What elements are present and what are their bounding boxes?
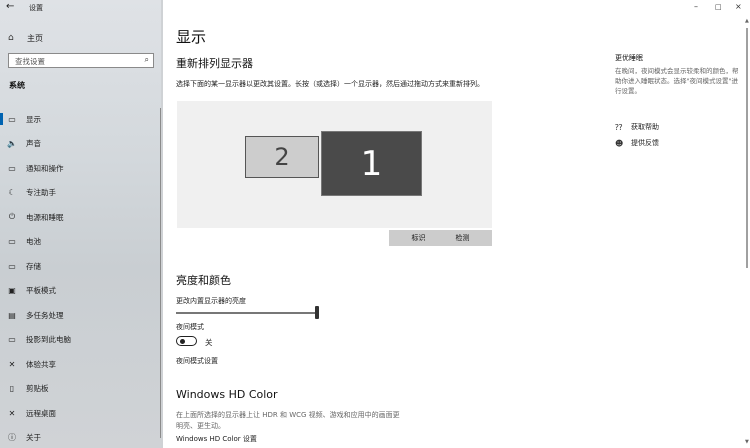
sidebar-item-battery[interactable]: ▭ 电池 xyxy=(0,230,163,255)
sidebar-item-label: 体验共享 xyxy=(26,359,56,369)
home-link[interactable]: ⌂ 主页 xyxy=(0,30,163,46)
get-help-label: 获取帮助 xyxy=(631,123,659,131)
sidebar-item-label: 电池 xyxy=(26,237,41,247)
home-icon: ⌂ xyxy=(8,33,14,43)
section-title: 系统 xyxy=(9,81,25,90)
minimize-button[interactable]: – xyxy=(694,2,698,11)
sidebar-scrollbar[interactable] xyxy=(160,108,162,438)
hdr-settings-link[interactable]: Windows HD Color 设置 xyxy=(176,434,257,444)
night-light-toggle[interactable] xyxy=(176,336,197,346)
tablet-icon: ▣ xyxy=(8,286,16,296)
search-icon: ⌕ xyxy=(144,55,149,64)
storage-icon: ▭ xyxy=(8,261,16,271)
sidebar-item-project[interactable]: ▭ 投影到此电脑 xyxy=(0,328,163,353)
sidebar-item-label: 声音 xyxy=(26,139,41,149)
page-title: 显示 xyxy=(176,28,207,46)
night-light-label: 夜间模式 xyxy=(176,323,204,331)
home-label: 主页 xyxy=(27,33,43,43)
sidebar-item-label: 远程桌面 xyxy=(26,408,56,418)
remote-desktop-icon: ✕ xyxy=(8,408,16,418)
sidebar-nav: ▭ 显示 🔈 声音 ▭ 通知和操作 ☾ 专注助手 ⏻ 电源和睡眠 ▭ 电池 ▭ 存储 ▣ 平板模式 ▤ 多任务处理… xyxy=(0,107,163,448)
feedback-label: 提供反馈 xyxy=(631,139,659,147)
power-icon: ⏻ xyxy=(8,212,16,222)
sidebar-item-label: 存储 xyxy=(26,261,41,271)
app-title: 设置 xyxy=(29,4,43,12)
project-icon: ▭ xyxy=(8,335,16,345)
scroll-up-icon[interactable]: ▲ xyxy=(745,18,749,24)
sidebar-item-label: 电源和睡眠 xyxy=(26,212,64,222)
sidebar-item-label: 专注助手 xyxy=(26,188,56,198)
brightness-heading: 亮度和颜色 xyxy=(176,274,231,287)
close-button[interactable]: × xyxy=(735,2,742,11)
brightness-label: 更改内置显示器的亮度 xyxy=(176,297,246,305)
search-placeholder: 查找设置 xyxy=(15,57,45,66)
monitor-2[interactable]: 2 xyxy=(245,136,319,178)
sidebar-item-moon[interactable]: ☾ 专注助手 xyxy=(0,181,163,206)
notification-icon: ▭ xyxy=(8,163,16,173)
brightness-slider-thumb[interactable] xyxy=(315,306,319,319)
speaker-icon: 🔈 xyxy=(7,139,17,149)
rearrange-description: 选择下面的某一显示器以更改其设置。长按（或选择）一个显示器，然后通过拖动方式来重… xyxy=(176,80,484,88)
back-button[interactable]: ← xyxy=(6,1,14,12)
monitor-arrangement: 2 1 xyxy=(177,101,492,228)
sidebar-item-label: 通知和操作 xyxy=(26,163,64,173)
get-help-link[interactable]: ⁇ 获取帮助 xyxy=(615,122,659,132)
main-scrollbar-thumb[interactable] xyxy=(746,28,748,268)
hdr-heading: Windows HD Color xyxy=(176,388,278,401)
sidebar-item-remote-desktop[interactable]: ✕ 远程桌面 xyxy=(0,401,163,426)
night-light-state: 关 xyxy=(205,338,213,347)
brightness-slider-track[interactable] xyxy=(176,312,318,314)
sidebar-item-label: 投影到此电脑 xyxy=(26,335,71,345)
title-bar: ← 设置 xyxy=(0,0,163,16)
sidebar-item-label: 剪贴板 xyxy=(26,384,49,394)
sidebar-item-tablet[interactable]: ▣ 平板模式 xyxy=(0,279,163,304)
detect-button[interactable]: 检测 xyxy=(433,230,492,246)
give-feedback-link[interactable]: ☻ 提供反馈 xyxy=(615,138,659,148)
scroll-down-icon[interactable]: ▼ xyxy=(745,439,749,445)
rearrange-heading: 重新排列显示器 xyxy=(176,57,253,70)
sidebar-item-label: 关于 xyxy=(26,433,41,443)
sidebar-item-label: 平板模式 xyxy=(26,286,56,296)
sidebar-item-label: 显示 xyxy=(26,114,41,124)
moon-icon: ☾ xyxy=(8,188,16,198)
sidebar-item-multitask[interactable]: ▤ 多任务处理 xyxy=(0,303,163,328)
sidebar-item-power[interactable]: ⏻ 电源和睡眠 xyxy=(0,205,163,230)
help-icon: ⁇ xyxy=(615,122,623,132)
aside-description: 在晚间，夜间模式会显示较柔和的颜色，帮助你进入睡眠状态。选择"夜间模式设置"进行… xyxy=(615,67,739,95)
feedback-icon: ☻ xyxy=(615,138,624,148)
hdr-description-line2: 明亮、更生动。 xyxy=(176,422,225,430)
night-light-settings-link[interactable]: 夜间模式设置 xyxy=(176,356,218,366)
sidebar: ← 设置 ⌂ 主页 查找设置 ⌕ 系统 ▭ 显示 🔈 声音 ▭ 通知和操作 ☾ 专注助手 ⏻ 电源… xyxy=(0,0,163,448)
clipboard-icon: ▯ xyxy=(9,384,15,394)
share-icon: ✕ xyxy=(8,359,16,369)
maximize-button[interactable]: □ xyxy=(715,3,722,11)
sidebar-item-monitor[interactable]: ▭ 显示 xyxy=(0,107,163,132)
monitor-1[interactable]: 1 xyxy=(321,131,422,196)
info-icon: ⓘ xyxy=(8,433,16,443)
monitor-icon: ▭ xyxy=(8,114,16,124)
multitask-icon: ▤ xyxy=(8,310,16,320)
aside-title: 更优睡眠 xyxy=(615,54,643,62)
sidebar-item-notification[interactable]: ▭ 通知和操作 xyxy=(0,156,163,181)
sidebar-item-speaker[interactable]: 🔈 声音 xyxy=(0,132,163,157)
sidebar-item-storage[interactable]: ▭ 存储 xyxy=(0,254,163,279)
toggle-knob xyxy=(180,338,185,344)
battery-icon: ▭ xyxy=(8,237,16,247)
sidebar-item-share[interactable]: ✕ 体验共享 xyxy=(0,352,163,377)
sidebar-item-info[interactable]: ⓘ 关于 xyxy=(0,426,163,448)
sidebar-item-label: 多任务处理 xyxy=(26,310,64,320)
sidebar-item-clipboard[interactable]: ▯ 剪贴板 xyxy=(0,377,163,402)
search-input[interactable]: 查找设置 ⌕ xyxy=(8,53,154,68)
hdr-description-line1: 在上面所选择的显示器上让 HDR 和 WCG 视频、游戏和应用中的画面更 xyxy=(176,411,400,419)
